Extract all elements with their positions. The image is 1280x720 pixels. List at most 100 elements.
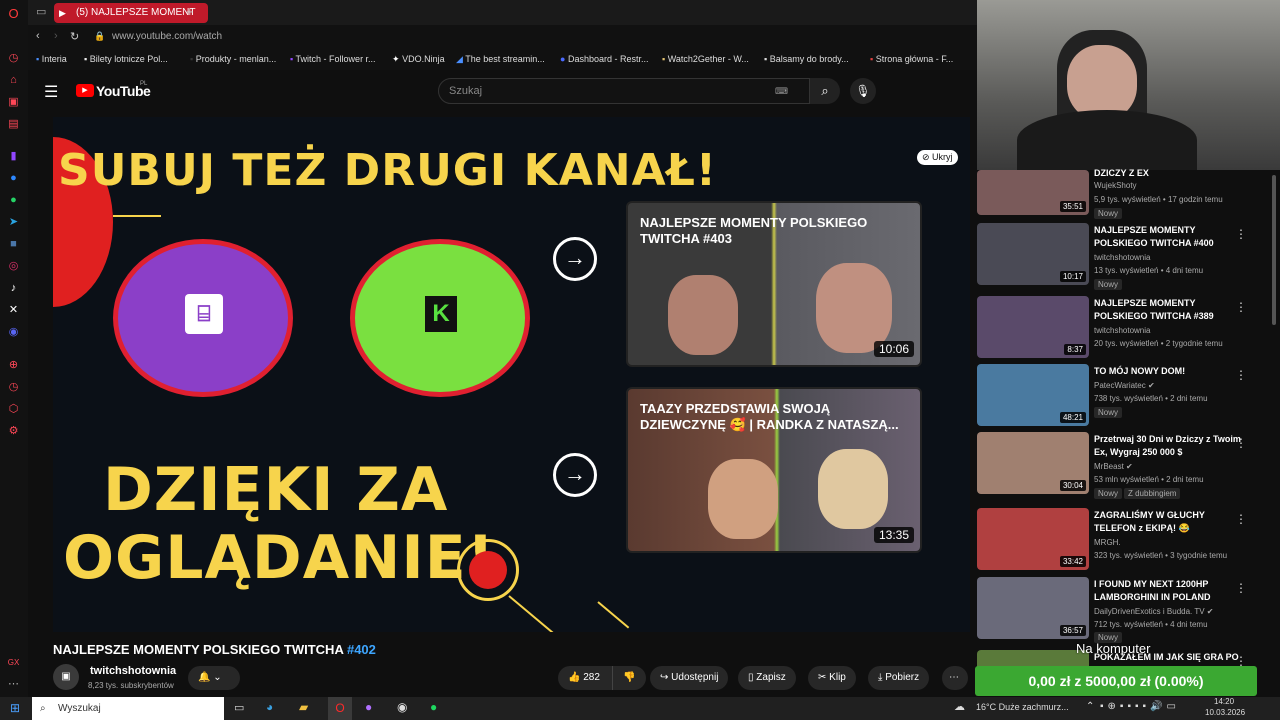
back-icon[interactable]: ‹ <box>36 30 40 42</box>
windows-start-icon[interactable]: ⊞ <box>10 701 20 715</box>
reload-icon[interactable]: ↻ <box>70 30 79 43</box>
bookmark-item[interactable]: ✦ VDO.Ninja <box>392 54 445 65</box>
whatsapp-icon[interactable]: ● <box>6 193 21 208</box>
extensions-icon[interactable]: ⬡ <box>6 402 21 417</box>
sidebar-app-icon[interactable]: ⊕ <box>6 358 21 373</box>
telegram-icon[interactable]: ➤ <box>6 215 21 230</box>
download-button[interactable]: ⤓ Pobierz <box>868 666 930 690</box>
bookmark-item[interactable]: ▪ Balsamy do brody... <box>764 54 849 64</box>
more-options-icon[interactable]: ⋮ <box>1235 227 1247 241</box>
bookmark-item[interactable]: ▪ Strona główna - F... <box>870 54 953 64</box>
end-card-video[interactable]: NAJLEPSZE MOMENTY POLSKIEGO TWITCHA #403… <box>626 201 922 367</box>
more-options-icon[interactable]: ⋮ <box>1235 512 1247 526</box>
related-video[interactable]: 30:04 Przetrwaj 30 Dni w Dziczy z Twoim … <box>977 432 1267 499</box>
x-icon[interactable]: ✕ <box>6 303 21 318</box>
instagram-icon[interactable]: ◎ <box>6 259 21 274</box>
task-view-icon[interactable]: ▭ <box>234 701 244 714</box>
bookmark-item[interactable]: ▪ Interia <box>36 54 67 64</box>
more-options-icon[interactable]: ⋮ <box>1235 368 1247 382</box>
app-icon[interactable]: ● <box>365 700 372 714</box>
related-video[interactable]: 10:17 NAJLEPSZE MOMENTY POLSKIEGO TWITCH… <box>977 223 1267 290</box>
tab-active[interactable]: ▶ (5) NAJLEPSZE MOMENT <box>54 3 208 23</box>
channel-name[interactable]: twitchshotownia <box>1094 253 1150 262</box>
sidebar-app-icon[interactable]: ▣ <box>6 95 21 110</box>
scrollbar[interactable] <box>1272 175 1276 325</box>
clock-time[interactable]: 14:20 <box>1214 697 1234 706</box>
clip-button[interactable]: ✂ Klip <box>808 666 856 690</box>
youtube-logo-icon[interactable]: ▶ <box>76 84 94 97</box>
video-thumbnail[interactable]: 35:51 <box>977 170 1089 215</box>
tray-chevron-icon[interactable]: ⌃ <box>1086 701 1094 712</box>
more-actions-button[interactable]: ⋯ <box>942 666 968 690</box>
history-icon[interactable]: ◷ <box>6 380 21 395</box>
channel-subscribe-circle[interactable]: K <box>350 239 530 397</box>
system-tray-icons[interactable]: ▪⊕▪▪▪▪🔊▭ <box>1100 701 1180 712</box>
channel-name[interactable]: MrBeast ✔ <box>1094 462 1133 471</box>
messenger-icon[interactable]: ● <box>6 171 21 186</box>
tab-menu-icon[interactable]: ▭ <box>36 5 46 18</box>
tiktok-icon[interactable]: ♪ <box>6 281 21 296</box>
edge-icon[interactable]: ◕ <box>266 700 273 714</box>
sidebar-app-icon[interactable]: ⌂ <box>6 73 21 88</box>
like-button[interactable]: 👍 282 <box>558 666 612 690</box>
url-field[interactable]: www.youtube.com/watch <box>112 31 222 42</box>
opera-gx-icon[interactable]: O <box>328 697 352 720</box>
related-video[interactable]: 33:42 ZAGRALIŚMY W GŁUCHY TELEFON z EKIP… <box>977 508 1267 574</box>
channel-name[interactable]: MRGH. <box>1094 538 1121 547</box>
twitch-icon[interactable]: ▮ <box>6 149 21 164</box>
clock-date[interactable]: 10.03.2026 <box>1205 708 1245 717</box>
spotify-icon[interactable]: ● <box>430 700 437 714</box>
obs-icon[interactable]: ◉ <box>397 700 407 714</box>
more-options-icon[interactable]: ⋮ <box>1235 436 1247 450</box>
video-thumbnail[interactable]: 36:57 <box>977 577 1089 639</box>
hide-end-cards-button[interactable]: ⊘ Ukryj <box>917 150 958 165</box>
channel-subscribe-circle[interactable]: ⌸ <box>113 239 293 397</box>
video-thumbnail[interactable]: 33:42 <box>977 508 1089 570</box>
sidebar-app-icon[interactable]: ◷ <box>6 51 21 66</box>
related-video[interactable]: 8:37 NAJLEPSZE MOMENTY POLSKIEGO TWITCHA… <box>977 296 1267 362</box>
more-icon[interactable]: ⋯ <box>6 677 21 692</box>
share-button[interactable]: ↪ Udostępnij <box>650 666 729 690</box>
video-thumbnail[interactable]: 48:21 <box>977 364 1089 426</box>
voice-search-button[interactable]: 🎙 <box>850 78 876 104</box>
channel-name[interactable]: twitchshotownia <box>1094 326 1150 335</box>
channel-name[interactable]: WujekShoty <box>1094 181 1137 190</box>
bookmark-item[interactable]: ▪ Twitch - Follower r... <box>290 54 376 64</box>
save-button[interactable]: ▯ Zapisz <box>738 666 796 690</box>
bookmark-item[interactable]: ◢ The best streamin... <box>456 54 545 65</box>
menu-icon[interactable]: ☰ <box>44 82 58 102</box>
channel-avatar[interactable]: ▣ <box>53 664 79 690</box>
related-video[interactable]: 36:57 I FOUND MY NEXT 1200HP LAMBORGHINI… <box>977 577 1267 643</box>
bookmark-item[interactable]: ▪ Watch2Gether - W... <box>662 54 749 64</box>
video-thumbnail[interactable]: 30:04 <box>977 432 1089 494</box>
opera-logo-icon[interactable]: O <box>6 6 21 21</box>
bookmark-item[interactable]: ● Dashboard - Restr... <box>560 54 649 64</box>
forward-icon[interactable]: › <box>54 30 58 42</box>
new-tab-icon[interactable]: + <box>186 4 194 19</box>
hashtag-link[interactable]: #402 <box>347 642 376 657</box>
dislike-button[interactable]: 👎 <box>612 666 646 690</box>
settings-icon[interactable]: ⚙ <box>6 424 21 439</box>
channel-name[interactable]: PatecWariatec ✔ <box>1094 381 1155 390</box>
related-video[interactable]: 48:21 TO MÓJ NOWY DOM! PatecWariatec ✔ 7… <box>977 364 1267 430</box>
bookmark-item[interactable]: ▪ Produkty - menlan... <box>190 54 276 64</box>
more-options-icon[interactable]: ⋮ <box>1235 581 1247 595</box>
channel-name[interactable]: twitchshotownia <box>90 665 176 677</box>
video-thumbnail[interactable]: 10:17 <box>977 223 1089 285</box>
keyboard-icon[interactable]: ⌨ <box>775 86 788 97</box>
sidebar-app-icon[interactable]: ▤ <box>6 117 21 132</box>
end-card-video[interactable]: TAAZY PRZEDSTAWIA SWOJĄ DZIEWCZYNĘ 🥰 | R… <box>626 387 922 553</box>
channel-name[interactable]: DailyDrivenExotics i Budda. TV ✔ <box>1094 607 1214 616</box>
notifications-button[interactable]: 🔔 ⌄ <box>188 666 240 690</box>
gx-icon[interactable]: GX <box>6 655 21 670</box>
taskbar-search-input[interactable]: ⌕ Wyszukaj <box>32 697 224 720</box>
discord-icon[interactable]: ◉ <box>6 325 21 340</box>
file-explorer-icon[interactable]: ▰ <box>299 700 308 714</box>
bookmark-item[interactable]: ▪ Bilety lotnicze Pol... <box>84 54 168 64</box>
more-options-icon[interactable]: ⋮ <box>1235 300 1247 314</box>
weather-text[interactable]: 16°C Duże zachmurz... <box>976 702 1069 712</box>
vk-icon[interactable]: ■ <box>6 237 21 252</box>
video-player[interactable]: SUBUJ TEŻ DRUGI KANAŁ! ⌸ K → → ⊘ Ukryj N… <box>53 117 970 632</box>
search-input[interactable]: Szukaj ⌨ <box>438 78 810 104</box>
search-button[interactable]: ⌕ <box>810 78 840 104</box>
